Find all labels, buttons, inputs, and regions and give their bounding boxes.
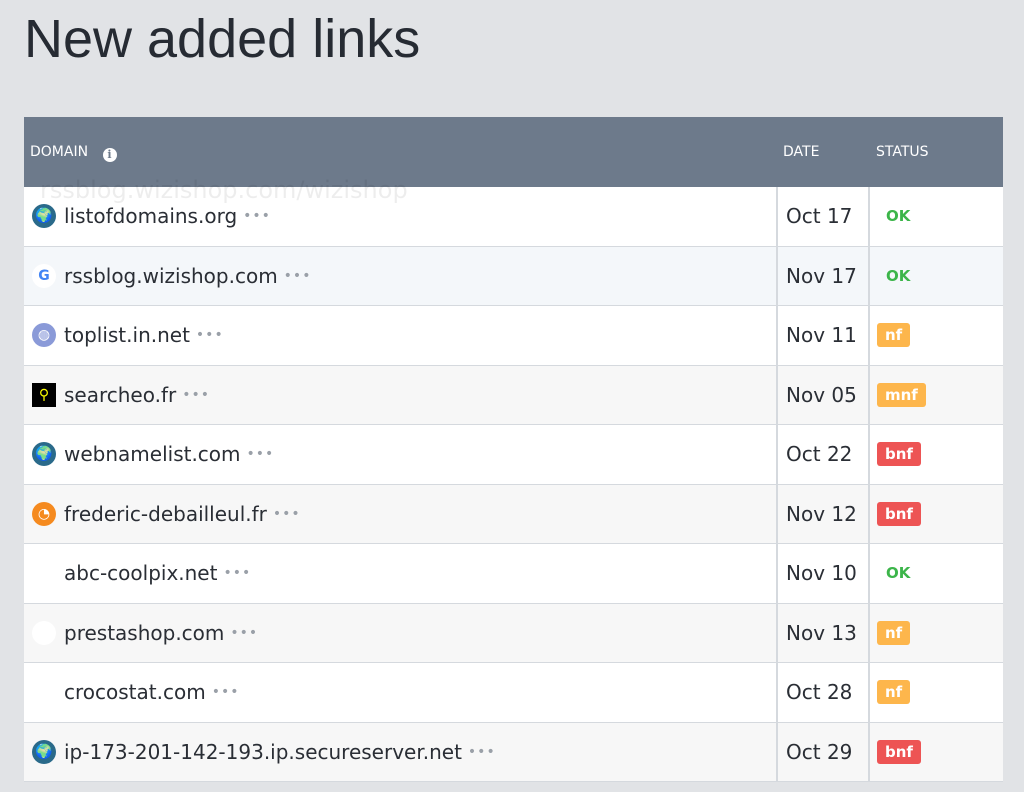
status-cell: OK xyxy=(870,544,1003,603)
domain-cell: ⚲ searcheo.fr ••• xyxy=(24,365,778,424)
domain-cell: ☻ prestashop.com ••• xyxy=(24,603,778,662)
table-header: DOMAIN i DATE STATUS xyxy=(24,117,1003,187)
domain-cell: 🌍 ip-173-201-142-193.ip.secureserver.net… xyxy=(24,722,778,781)
more-options-icon[interactable]: ••• xyxy=(273,506,301,522)
domain-cell: ▮ abc-coolpix.net ••• xyxy=(24,544,778,603)
links-table: DOMAIN i DATE STATUS 🌍 listofdomains.org… xyxy=(24,117,1003,782)
date-cell: Oct 17 xyxy=(778,187,870,246)
table-row[interactable]: 🌍 ip-173-201-142-193.ip.secureserver.net… xyxy=(24,722,1003,782)
domain-link[interactable]: frederic-debailleul.fr xyxy=(64,502,267,526)
header-date[interactable]: DATE xyxy=(783,144,819,160)
status-cell: bnf xyxy=(870,425,1003,484)
table-row[interactable]: ◍ toplist.in.net ••• Nov 11 nf xyxy=(24,306,1003,366)
status-badge: nf xyxy=(877,323,911,348)
header-status[interactable]: STATUS xyxy=(876,144,929,160)
status-badge: nf xyxy=(877,680,911,705)
date-cell: Oct 28 xyxy=(778,663,870,722)
date-cell: Nov 17 xyxy=(778,246,870,305)
date-cell: Nov 11 xyxy=(778,306,870,365)
more-options-icon[interactable]: ••• xyxy=(284,268,312,284)
status-ok: OK xyxy=(886,207,911,226)
table-row[interactable]: 🌍 webnamelist.com ••• Oct 22 bnf xyxy=(24,425,1003,485)
status-cell: mnf xyxy=(870,366,1003,425)
status-cell: OK xyxy=(870,187,1003,246)
more-options-icon[interactable]: ••• xyxy=(212,684,240,700)
date-cell: Oct 22 xyxy=(778,425,870,484)
table-row[interactable]: ◔ frederic-debailleul.fr ••• Nov 12 bnf xyxy=(24,484,1003,544)
tag-icon: ◇ xyxy=(32,680,56,705)
domain-cell: G rssblog.wizishop.com ••• xyxy=(24,246,778,305)
domain-link[interactable]: toplist.in.net xyxy=(64,323,190,347)
status-cell: OK xyxy=(870,247,1003,306)
camera-icon: ▮ xyxy=(32,561,56,586)
table-row[interactable]: 🌍 listofdomains.org ••• Oct 17 OK xyxy=(24,187,1003,247)
status-badge: bnf xyxy=(877,739,921,764)
more-options-icon[interactable]: ••• xyxy=(243,208,271,224)
table-row[interactable]: ⚲ searcheo.fr ••• Nov 05 mnf xyxy=(24,365,1003,425)
domain-link[interactable]: ip-173-201-142-193.ip.secureserver.net xyxy=(64,740,462,764)
table-row[interactable]: ◇ crocostat.com ••• Oct 28 nf xyxy=(24,663,1003,723)
date-cell: Nov 12 xyxy=(778,484,870,543)
header-domain[interactable]: DOMAIN i xyxy=(30,144,117,162)
date-cell: Nov 05 xyxy=(778,365,870,424)
status-badge: bnf xyxy=(877,501,921,526)
globe-icon: 🌍 xyxy=(32,204,56,229)
domain-link[interactable]: crocostat.com xyxy=(64,680,206,704)
globe-icon: 🌍 xyxy=(32,442,56,467)
globe-outline-icon: ◍ xyxy=(32,323,56,348)
table-row[interactable]: G rssblog.wizishop.com ••• Nov 17 OK xyxy=(24,246,1003,306)
more-options-icon[interactable]: ••• xyxy=(223,565,251,581)
page-title: New added links xyxy=(24,9,421,69)
status-cell: bnf xyxy=(870,723,1003,782)
more-options-icon[interactable]: ••• xyxy=(182,387,210,403)
table-row[interactable]: ☻ prestashop.com ••• Nov 13 nf xyxy=(24,603,1003,663)
domain-cell: ◇ crocostat.com ••• xyxy=(24,663,778,722)
more-options-icon[interactable]: ••• xyxy=(196,327,224,343)
domain-link[interactable]: rssblog.wizishop.com xyxy=(64,264,278,288)
status-ok: OK xyxy=(886,266,911,285)
domain-link[interactable]: webnamelist.com xyxy=(64,442,241,466)
google-icon: G xyxy=(32,263,56,288)
date-cell: Oct 29 xyxy=(778,722,870,781)
status-badge: bnf xyxy=(877,442,921,467)
status-cell: nf xyxy=(870,306,1003,365)
more-options-icon[interactable]: ••• xyxy=(247,446,275,462)
status-cell: nf xyxy=(870,663,1003,722)
domain-cell: 🌍 webnamelist.com ••• xyxy=(24,425,778,484)
prestashop-icon: ☻ xyxy=(32,620,56,645)
domain-cell: 🌍 listofdomains.org ••• xyxy=(24,187,778,246)
status-badge: nf xyxy=(877,620,911,645)
table-row[interactable]: ▮ abc-coolpix.net ••• Nov 10 OK xyxy=(24,544,1003,604)
domain-link[interactable]: prestashop.com xyxy=(64,621,224,645)
more-options-icon[interactable]: ••• xyxy=(230,625,258,641)
status-badge: mnf xyxy=(877,382,926,407)
magnifier-icon: ⚲ xyxy=(32,382,56,407)
globe-icon: 🌍 xyxy=(32,739,56,764)
date-cell: Nov 10 xyxy=(778,544,870,603)
status-ok: OK xyxy=(886,564,911,583)
more-options-icon[interactable]: ••• xyxy=(468,744,496,760)
info-icon[interactable]: i xyxy=(102,148,117,162)
domain-link[interactable]: abc-coolpix.net xyxy=(64,561,217,585)
domain-link[interactable]: searcheo.fr xyxy=(64,383,176,407)
domain-cell: ◍ toplist.in.net ••• xyxy=(24,306,778,365)
domain-link[interactable]: listofdomains.org xyxy=(64,204,237,228)
status-cell: nf xyxy=(870,604,1003,663)
status-cell: bnf xyxy=(870,485,1003,544)
date-cell: Nov 13 xyxy=(778,603,870,662)
domain-cell: ◔ frederic-debailleul.fr ••• xyxy=(24,484,778,543)
rss-icon: ◔ xyxy=(32,501,56,526)
